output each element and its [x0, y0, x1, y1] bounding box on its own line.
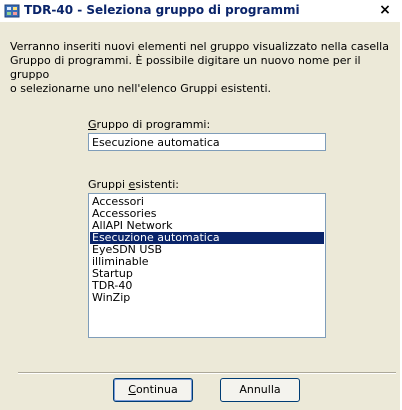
close-icon[interactable]: × — [376, 2, 394, 19]
continue-button-label: ontinua — [135, 383, 178, 396]
continue-button-mnemonic: C — [128, 383, 136, 396]
existing-groups-label-start: Gruppi — [88, 178, 129, 191]
dialog-window: TDR-40 - Seleziona gruppo di programmi ×… — [0, 0, 402, 410]
cancel-button[interactable]: Annulla — [220, 378, 300, 402]
intro-line: Verranno inseriti nuovi elementi nel gru… — [10, 40, 389, 53]
continue-button[interactable]: Continua — [113, 378, 193, 402]
group-field-label-mnemonic: G — [88, 118, 97, 131]
intro-text: Verranno inseriti nuovi elementi nel gru… — [10, 40, 395, 96]
intro-line: Gruppo di programmi. È possibile digitar… — [10, 54, 361, 81]
existing-groups-list[interactable]: Accessori Accessories AllAPI Network Ese… — [88, 193, 326, 338]
existing-groups-label-end: sistenti: — [135, 178, 179, 191]
separator-line — [18, 372, 396, 374]
title-bar[interactable]: TDR-40 - Seleziona gruppo di programmi × — [0, 0, 400, 22]
group-field-label-rest: ruppo di programmi: — [96, 118, 211, 131]
list-item[interactable]: WinZip — [90, 292, 324, 304]
group-field-label: Gruppo di programmi: — [88, 118, 210, 131]
existing-groups-label: Gruppi esistenti: — [88, 178, 179, 191]
window-title: TDR-40 - Seleziona gruppo di programmi — [24, 3, 300, 17]
program-group-icon — [4, 3, 20, 19]
intro-line: o selezionarne uno nell'elenco Gruppi es… — [10, 82, 272, 95]
program-group-input[interactable]: Esecuzione automatica — [88, 133, 326, 151]
